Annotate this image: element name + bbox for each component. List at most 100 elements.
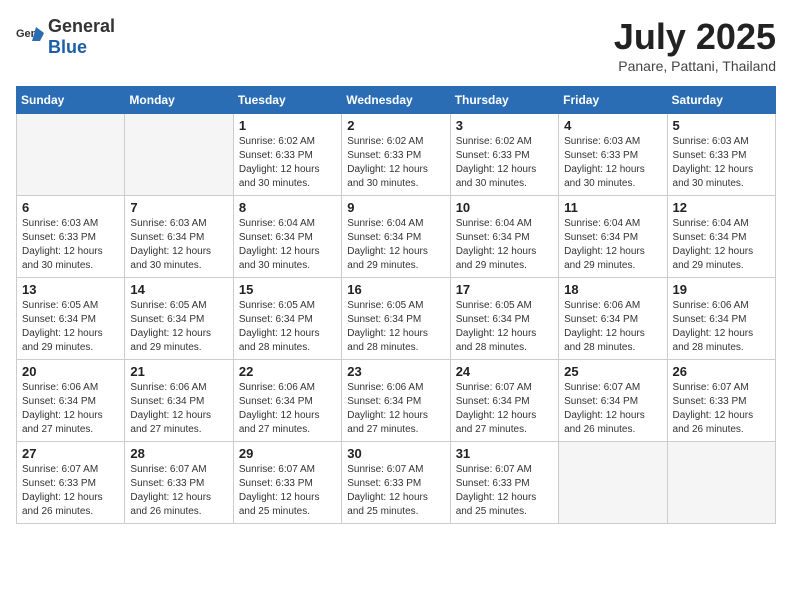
calendar-cell: 8 Sunrise: 6:04 AMSunset: 6:34 PMDaylight… xyxy=(233,196,341,278)
day-number: 8 xyxy=(239,200,336,215)
weekday-header-monday: Monday xyxy=(125,87,233,114)
calendar-cell: 12 Sunrise: 6:04 AMSunset: 6:34 PMDayligh… xyxy=(667,196,775,278)
day-detail: Sunrise: 6:07 AMSunset: 6:33 PMDaylight:… xyxy=(22,463,119,519)
weekday-header-sunday: Sunday xyxy=(17,87,125,114)
weekday-header-tuesday: Tuesday xyxy=(233,87,341,114)
day-number: 7 xyxy=(130,200,227,215)
calendar-week-row: 20 Sunrise: 6:06 AMSunset: 6:34 PMDayligh… xyxy=(17,360,776,442)
logo: General General Blue xyxy=(16,16,115,58)
calendar-cell: 29 Sunrise: 6:07 AMSunset: 6:33 PMDayligh… xyxy=(233,442,341,524)
calendar-week-row: 13 Sunrise: 6:05 AMSunset: 6:34 PMDayligh… xyxy=(17,278,776,360)
calendar-cell xyxy=(17,114,125,196)
day-number: 2 xyxy=(347,118,444,133)
day-number: 13 xyxy=(22,282,119,297)
day-number: 5 xyxy=(673,118,770,133)
calendar-title: July 2025 xyxy=(614,16,776,58)
day-detail: Sunrise: 6:05 AMSunset: 6:34 PMDaylight:… xyxy=(239,299,336,355)
calendar-cell: 21 Sunrise: 6:06 AMSunset: 6:34 PMDayligh… xyxy=(125,360,233,442)
calendar-week-row: 27 Sunrise: 6:07 AMSunset: 6:33 PMDayligh… xyxy=(17,442,776,524)
day-number: 23 xyxy=(347,364,444,379)
day-detail: Sunrise: 6:07 AMSunset: 6:34 PMDaylight:… xyxy=(456,381,553,437)
day-detail: Sunrise: 6:07 AMSunset: 6:33 PMDaylight:… xyxy=(456,463,553,519)
calendar-cell: 17 Sunrise: 6:05 AMSunset: 6:34 PMDayligh… xyxy=(450,278,558,360)
day-number: 9 xyxy=(347,200,444,215)
day-detail: Sunrise: 6:04 AMSunset: 6:34 PMDaylight:… xyxy=(456,217,553,273)
calendar-cell: 7 Sunrise: 6:03 AMSunset: 6:34 PMDaylight… xyxy=(125,196,233,278)
calendar-cell: 5 Sunrise: 6:03 AMSunset: 6:33 PMDaylight… xyxy=(667,114,775,196)
calendar-cell: 30 Sunrise: 6:07 AMSunset: 6:33 PMDayligh… xyxy=(342,442,450,524)
day-number: 19 xyxy=(673,282,770,297)
day-number: 3 xyxy=(456,118,553,133)
day-detail: Sunrise: 6:05 AMSunset: 6:34 PMDaylight:… xyxy=(22,299,119,355)
day-detail: Sunrise: 6:06 AMSunset: 6:34 PMDaylight:… xyxy=(673,299,770,355)
calendar-cell: 13 Sunrise: 6:05 AMSunset: 6:34 PMDayligh… xyxy=(17,278,125,360)
day-detail: Sunrise: 6:07 AMSunset: 6:33 PMDaylight:… xyxy=(347,463,444,519)
day-detail: Sunrise: 6:07 AMSunset: 6:34 PMDaylight:… xyxy=(564,381,661,437)
day-detail: Sunrise: 6:02 AMSunset: 6:33 PMDaylight:… xyxy=(347,135,444,191)
calendar-cell xyxy=(667,442,775,524)
calendar-cell: 3 Sunrise: 6:02 AMSunset: 6:33 PMDaylight… xyxy=(450,114,558,196)
calendar-cell: 19 Sunrise: 6:06 AMSunset: 6:34 PMDayligh… xyxy=(667,278,775,360)
calendar-cell xyxy=(559,442,667,524)
logo-blue: Blue xyxy=(48,37,87,57)
calendar-cell: 18 Sunrise: 6:06 AMSunset: 6:34 PMDayligh… xyxy=(559,278,667,360)
day-detail: Sunrise: 6:05 AMSunset: 6:34 PMDaylight:… xyxy=(456,299,553,355)
day-number: 10 xyxy=(456,200,553,215)
calendar-cell: 22 Sunrise: 6:06 AMSunset: 6:34 PMDayligh… xyxy=(233,360,341,442)
calendar-cell: 24 Sunrise: 6:07 AMSunset: 6:34 PMDayligh… xyxy=(450,360,558,442)
day-detail: Sunrise: 6:04 AMSunset: 6:34 PMDaylight:… xyxy=(564,217,661,273)
calendar-week-row: 6Sunrise: 6:03 AMSunset: 6:33 PMDaylight… xyxy=(17,196,776,278)
calendar-cell: 10 Sunrise: 6:04 AMSunset: 6:34 PMDayligh… xyxy=(450,196,558,278)
calendar-cell: 23 Sunrise: 6:06 AMSunset: 6:34 PMDayligh… xyxy=(342,360,450,442)
day-detail: Sunrise: 6:07 AMSunset: 6:33 PMDaylight:… xyxy=(239,463,336,519)
day-number: 24 xyxy=(456,364,553,379)
calendar-cell: 26 Sunrise: 6:07 AMSunset: 6:33 PMDayligh… xyxy=(667,360,775,442)
day-number: 27 xyxy=(22,446,119,461)
day-detail: Sunrise: 6:06 AMSunset: 6:34 PMDaylight:… xyxy=(239,381,336,437)
weekday-header-saturday: Saturday xyxy=(667,87,775,114)
day-number: 15 xyxy=(239,282,336,297)
logo-general: General xyxy=(48,16,115,36)
day-number: 25 xyxy=(564,364,661,379)
calendar-cell: 15 Sunrise: 6:05 AMSunset: 6:34 PMDayligh… xyxy=(233,278,341,360)
day-detail: Sunrise: 6:04 AMSunset: 6:34 PMDaylight:… xyxy=(239,217,336,273)
day-detail: Sunrise: 6:02 AMSunset: 6:33 PMDaylight:… xyxy=(456,135,553,191)
page-header: General General Blue July 2025 Panare, P… xyxy=(16,16,776,74)
calendar-cell: 14Sunrise: 6:05 AMSunset: 6:34 PMDayligh… xyxy=(125,278,233,360)
calendar-cell: 25 Sunrise: 6:07 AMSunset: 6:34 PMDayligh… xyxy=(559,360,667,442)
weekday-header-friday: Friday xyxy=(559,87,667,114)
day-number: 17 xyxy=(456,282,553,297)
day-number: 30 xyxy=(347,446,444,461)
day-number: 4 xyxy=(564,118,661,133)
calendar-cell: 16Sunrise: 6:05 AMSunset: 6:34 PMDayligh… xyxy=(342,278,450,360)
weekday-header-thursday: Thursday xyxy=(450,87,558,114)
day-detail: Sunrise: 6:06 AMSunset: 6:34 PMDaylight:… xyxy=(130,381,227,437)
calendar-cell: 6Sunrise: 6:03 AMSunset: 6:33 PMDaylight… xyxy=(17,196,125,278)
day-number: 29 xyxy=(239,446,336,461)
day-detail: Sunrise: 6:03 AMSunset: 6:33 PMDaylight:… xyxy=(673,135,770,191)
day-detail: Sunrise: 6:06 AMSunset: 6:34 PMDaylight:… xyxy=(347,381,444,437)
calendar-week-row: 1 Sunrise: 6:02 AMSunset: 6:33 PMDaylight… xyxy=(17,114,776,196)
day-number: 26 xyxy=(673,364,770,379)
day-detail: Sunrise: 6:04 AMSunset: 6:34 PMDaylight:… xyxy=(673,217,770,273)
calendar-cell: 20 Sunrise: 6:06 AMSunset: 6:34 PMDayligh… xyxy=(17,360,125,442)
day-number: 20 xyxy=(22,364,119,379)
day-number: 6 xyxy=(22,200,119,215)
calendar-cell: 31 Sunrise: 6:07 AMSunset: 6:33 PMDayligh… xyxy=(450,442,558,524)
day-number: 31 xyxy=(456,446,553,461)
day-number: 11 xyxy=(564,200,661,215)
day-detail: Sunrise: 6:07 AMSunset: 6:33 PMDaylight:… xyxy=(673,381,770,437)
weekday-header-row: SundayMondayTuesdayWednesdayThursdayFrid… xyxy=(17,87,776,114)
day-number: 12 xyxy=(673,200,770,215)
day-detail: Sunrise: 6:06 AMSunset: 6:34 PMDaylight:… xyxy=(22,381,119,437)
day-number: 18 xyxy=(564,282,661,297)
day-number: 21 xyxy=(130,364,227,379)
calendar-cell: 28Sunrise: 6:07 AMSunset: 6:33 PMDayligh… xyxy=(125,442,233,524)
calendar-table: SundayMondayTuesdayWednesdayThursdayFrid… xyxy=(16,86,776,524)
day-number: 1 xyxy=(239,118,336,133)
day-detail: Sunrise: 6:03 AMSunset: 6:34 PMDaylight:… xyxy=(130,217,227,273)
day-number: 28 xyxy=(130,446,227,461)
calendar-cell: 2 Sunrise: 6:02 AMSunset: 6:33 PMDaylight… xyxy=(342,114,450,196)
day-number: 22 xyxy=(239,364,336,379)
day-detail: Sunrise: 6:06 AMSunset: 6:34 PMDaylight:… xyxy=(564,299,661,355)
